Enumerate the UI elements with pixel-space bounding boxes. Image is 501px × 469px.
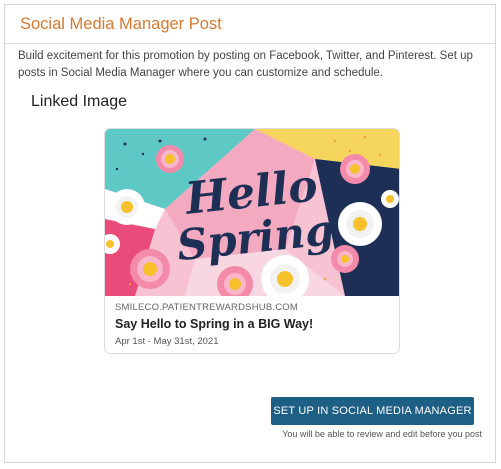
- panel-title: Social Media Manager Post: [20, 14, 222, 33]
- link-preview-card[interactable]: Hello Spring SMILECO.PATIENTREWARDSHUB.C…: [104, 128, 400, 354]
- panel-description: Build excitement for this promotion by p…: [18, 50, 473, 79]
- cta-note: You will be able to review and edit befo…: [282, 429, 482, 439]
- link-domain: SMILECO.PATIENTREWARDSHUB.COM: [115, 302, 298, 313]
- link-title: Say Hello to Spring in a BIG Way!: [115, 317, 314, 331]
- setup-social-media-manager-button[interactable]: SET UP IN SOCIAL MEDIA MANAGER: [271, 397, 474, 425]
- link-preview-body: SMILECO.PATIENTREWARDSHUB.COM Say Hello …: [105, 296, 399, 347]
- linked-image-heading: Linked Image: [31, 93, 128, 110]
- panel-header: Social Media Manager Post: [5, 5, 495, 44]
- link-dates: Apr 1st - May 31st, 2021: [115, 336, 219, 347]
- spring-promo-image: Hello Spring: [105, 129, 399, 296]
